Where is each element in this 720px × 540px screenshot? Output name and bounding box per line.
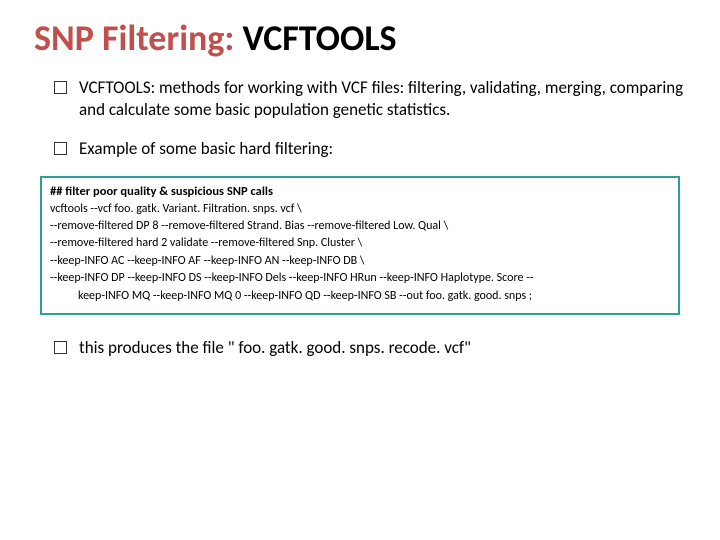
slide-title: SNP Filtering: VCFTOOLS [34,18,686,59]
bullet-3: this produces the file " foo. gatk. good… [54,337,686,359]
bullet-3-text: this produces the file " foo. gatk. good… [79,337,686,359]
title-lead: SNP Filtering: [34,16,243,60]
code-line-5b: keep-INFO MQ --keep-INFO MQ 0 --keep-INF… [50,288,670,305]
code-line-5a: --keep-INFO DP --keep-INFO DS --keep-INF… [50,270,670,287]
bullet-box-icon [54,341,67,354]
bullet-1-text: VCFTOOLS: methods for working with VCF f… [79,77,686,121]
bullet-2-text: Example of some basic hard filtering: [79,138,686,160]
bullet-box-icon [54,81,67,94]
code-line-1: vcftools --vcf foo. gatk. Variant. Filtr… [50,201,670,218]
code-header: ## filter poor quality & suspicious SNP … [50,184,670,199]
bullet-box-icon [54,142,67,155]
code-box: ## filter poor quality & suspicious SNP … [40,176,680,315]
slide: SNP Filtering: VCFTOOLS VCFTOOLS: method… [0,0,720,540]
bullet-1: VCFTOOLS: methods for working with VCF f… [54,77,686,121]
title-tail: VCFTOOLS [243,16,397,60]
code-line-2: --remove-filtered DP 8 --remove-filtered… [50,218,670,235]
code-line-3: --remove-filtered hard 2 validate --remo… [50,235,670,252]
bullet-2: Example of some basic hard filtering: [54,138,686,160]
code-line-4: --keep-INFO AC --keep-INFO AF --keep-INF… [50,253,670,270]
